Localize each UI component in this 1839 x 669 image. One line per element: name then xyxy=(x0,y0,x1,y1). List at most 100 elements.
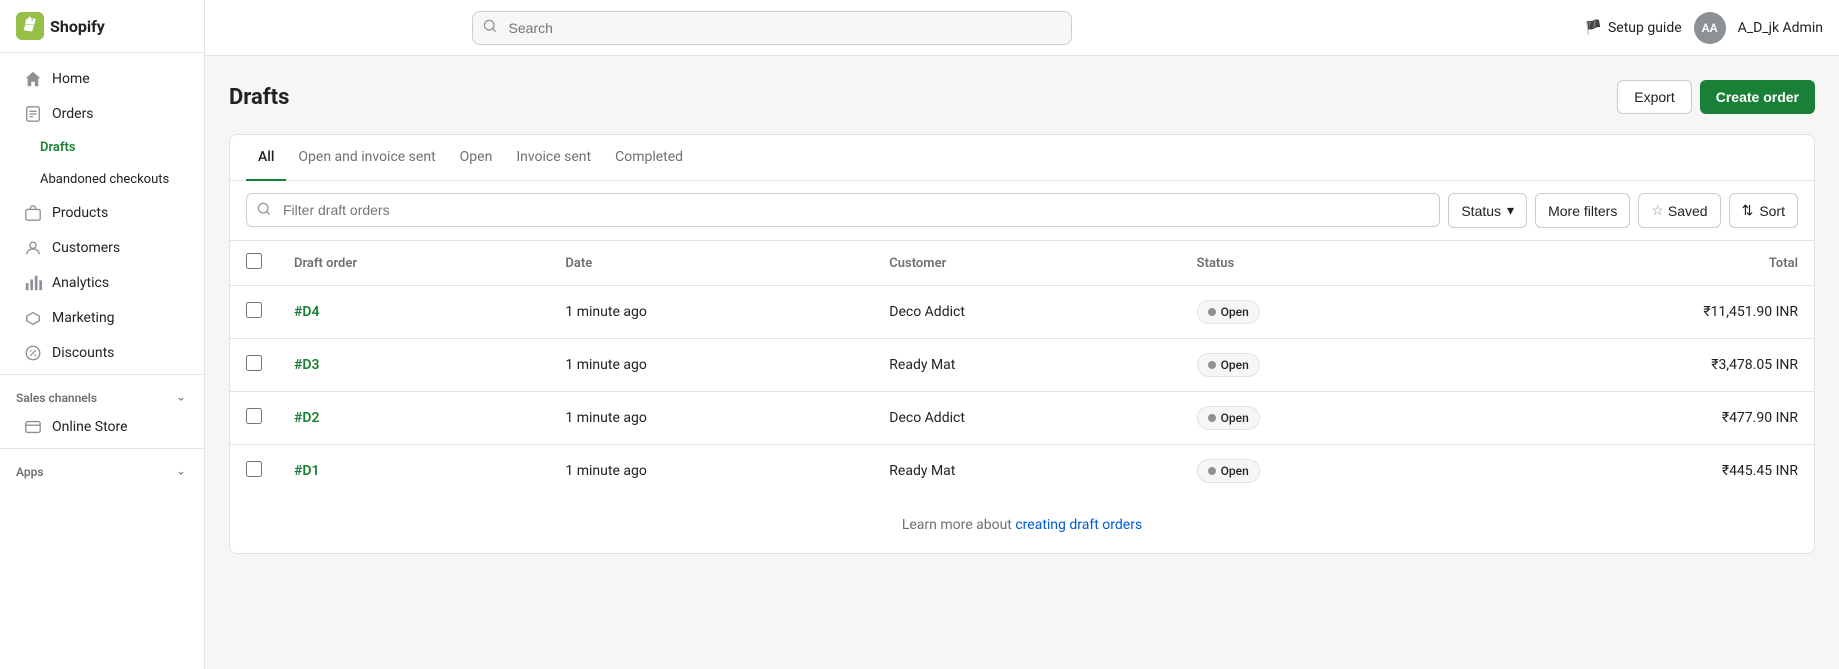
row-checkbox-2[interactable] xyxy=(246,408,262,424)
status-filter-button[interactable]: Status ▾ xyxy=(1448,193,1527,228)
row-total-2: ₹477.90 INR xyxy=(1452,392,1814,445)
row-checkbox-0[interactable] xyxy=(246,302,262,318)
page-container: Drafts Export Create order All Open a xyxy=(205,56,1839,578)
sidebar-item-customers[interactable]: Customers xyxy=(8,231,196,265)
status-filter-label: Status xyxy=(1461,203,1501,219)
table-row[interactable]: #D3 1 minute ago Ready Mat Open ₹3,478.0… xyxy=(230,339,1814,392)
status-chevron-icon: ▾ xyxy=(1507,202,1514,219)
sidebar-item-drafts-label: Drafts xyxy=(40,140,76,155)
sidebar-item-analytics[interactable]: Analytics xyxy=(8,266,196,300)
row-customer-0: Deco Addict xyxy=(873,286,1180,339)
sidebar-item-discounts-label: Discounts xyxy=(52,345,114,361)
draft-order-link-1[interactable]: #D3 xyxy=(294,357,319,373)
row-date-1: 1 minute ago xyxy=(549,339,873,392)
row-date-2: 1 minute ago xyxy=(549,392,873,445)
sidebar-divider-1 xyxy=(0,374,204,375)
table-row[interactable]: #D1 1 minute ago Ready Mat Open ₹445.45 … xyxy=(230,445,1814,498)
creating-draft-orders-link[interactable]: creating draft orders xyxy=(1015,517,1142,533)
table-footer: Learn more about creating draft orders xyxy=(230,497,1814,553)
sidebar-item-abandoned-label: Abandoned checkouts xyxy=(40,172,169,187)
filter-search xyxy=(246,193,1440,228)
row-checkbox-3[interactable] xyxy=(246,461,262,477)
table-row[interactable]: #D4 1 minute ago Deco Addict Open ₹11,45… xyxy=(230,286,1814,339)
status-badge-3: Open xyxy=(1197,459,1260,483)
apps-expand-icon[interactable] xyxy=(174,465,188,479)
page-actions: Export Create order xyxy=(1617,80,1815,114)
draft-order-link-3[interactable]: #D1 xyxy=(294,463,319,479)
sidebar-item-discounts[interactable]: Discounts xyxy=(8,336,196,370)
row-checkbox-cell-3 xyxy=(230,445,278,498)
tabs: All Open and invoice sent Open Invoice s… xyxy=(230,135,1814,181)
analytics-icon xyxy=(24,274,42,292)
tab-open[interactable]: Open xyxy=(448,135,505,181)
row-draft-order-2: #D2 xyxy=(278,392,549,445)
tab-invoice-sent[interactable]: Invoice sent xyxy=(504,135,603,181)
orders-icon xyxy=(24,105,42,123)
sidebar-item-orders-label: Orders xyxy=(52,106,94,122)
sidebar-item-orders[interactable]: Orders xyxy=(8,97,196,131)
sort-button[interactable]: ⇅ Sort xyxy=(1729,193,1798,228)
filters-row: Status ▾ More filters ☆ Saved ⇅ Sort xyxy=(230,181,1814,241)
sidebar-item-online-store[interactable]: Online Store xyxy=(8,410,196,444)
status-dot-1 xyxy=(1208,361,1216,369)
row-status-3: Open xyxy=(1181,445,1453,498)
status-badge-1: Open xyxy=(1197,353,1260,377)
setup-guide-label: Setup guide xyxy=(1608,20,1682,36)
apps-section: Apps xyxy=(0,453,204,483)
sidebar-item-abandoned-checkouts[interactable]: Abandoned checkouts xyxy=(8,164,196,195)
table-body: #D4 1 minute ago Deco Addict Open ₹11,45… xyxy=(230,286,1814,498)
create-order-button[interactable]: Create order xyxy=(1700,80,1815,114)
tab-all[interactable]: All xyxy=(246,135,286,181)
sidebar-item-online-store-label: Online Store xyxy=(52,419,128,435)
draft-order-link-0[interactable]: #D4 xyxy=(294,304,319,320)
page-header: Drafts Export Create order xyxy=(229,80,1815,114)
tab-completed[interactable]: Completed xyxy=(603,135,695,181)
products-icon xyxy=(24,204,42,222)
shopify-logo-icon xyxy=(16,12,44,40)
filter-search-icon xyxy=(256,201,272,221)
table-col-total: Total xyxy=(1452,241,1814,286)
row-checkbox-1[interactable] xyxy=(246,355,262,371)
row-customer-2: Deco Addict xyxy=(873,392,1180,445)
more-filters-button[interactable]: More filters xyxy=(1535,193,1630,228)
status-dot-2 xyxy=(1208,414,1216,422)
sales-channels-expand-icon[interactable] xyxy=(174,391,188,405)
table-col-status: Status xyxy=(1181,241,1453,286)
avatar: AA xyxy=(1694,12,1726,44)
apps-label: Apps xyxy=(16,465,44,479)
table-row[interactable]: #D2 1 minute ago Deco Addict Open ₹477.9… xyxy=(230,392,1814,445)
avatar-initials: AA xyxy=(1702,21,1718,35)
row-status-1: Open xyxy=(1181,339,1453,392)
tab-open-invoice-sent[interactable]: Open and invoice sent xyxy=(286,135,447,181)
setup-guide-button[interactable]: 🏴 Setup guide xyxy=(1585,20,1682,36)
row-total-1: ₹3,478.05 INR xyxy=(1452,339,1814,392)
saved-button[interactable]: ☆ Saved xyxy=(1638,193,1720,228)
row-total-3: ₹445.45 INR xyxy=(1452,445,1814,498)
sidebar-divider-2 xyxy=(0,448,204,449)
page-title: Drafts xyxy=(229,85,289,110)
shopify-logo[interactable]: Shopify xyxy=(16,12,105,40)
sidebar-item-marketing-label: Marketing xyxy=(52,310,115,326)
row-date-0: 1 minute ago xyxy=(549,286,873,339)
row-checkbox-cell-2 xyxy=(230,392,278,445)
more-filters-label: More filters xyxy=(1548,203,1617,219)
select-all-checkbox[interactable] xyxy=(246,253,262,269)
search-bar xyxy=(472,11,1072,45)
sidebar-item-drafts[interactable]: Drafts xyxy=(8,132,196,163)
admin-name: A_D_jk Admin xyxy=(1738,20,1823,36)
sidebar-item-marketing[interactable]: Marketing xyxy=(8,301,196,335)
sidebar-item-home[interactable]: Home xyxy=(8,62,196,96)
row-total-0: ₹11,451.90 INR xyxy=(1452,286,1814,339)
draft-filter-input[interactable] xyxy=(246,193,1440,227)
status-badge-0: Open xyxy=(1197,300,1260,324)
discounts-icon xyxy=(24,344,42,362)
row-checkbox-cell-1 xyxy=(230,339,278,392)
export-button[interactable]: Export xyxy=(1617,80,1691,114)
sidebar-item-products[interactable]: Products xyxy=(8,196,196,230)
star-icon: ☆ xyxy=(1651,202,1664,219)
row-status-2: Open xyxy=(1181,392,1453,445)
draft-order-link-2[interactable]: #D2 xyxy=(294,410,319,426)
topbar-search-input[interactable] xyxy=(472,11,1072,45)
flag-icon: 🏴 xyxy=(1585,20,1602,36)
sidebar-nav: Home Orders Drafts Ab xyxy=(0,53,204,669)
